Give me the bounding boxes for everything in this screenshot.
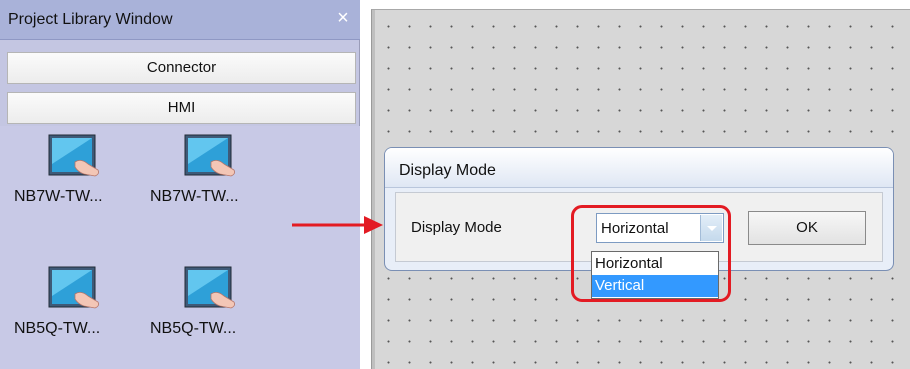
library-item-label: NB5Q-TW... bbox=[14, 320, 101, 337]
library-item-nb5q-1[interactable]: NB5Q-TW... bbox=[14, 262, 144, 358]
category-hmi-button[interactable]: HMI bbox=[7, 92, 356, 124]
hmi-touchscreen-icon bbox=[48, 266, 99, 309]
library-item-label: NB7W-TW... bbox=[14, 188, 103, 205]
annotation-arrow-icon bbox=[292, 216, 383, 234]
dialog-title: Display Mode bbox=[399, 162, 496, 179]
dialog-title-bar: Display Mode bbox=[385, 148, 893, 188]
hmi-touchscreen-icon bbox=[48, 134, 99, 177]
library-title-bar: Project Library Window × bbox=[0, 0, 360, 40]
project-library-window: Project Library Window × Connector HMI N… bbox=[0, 0, 360, 369]
library-item-nb7w-1[interactable]: NB7W-TW... bbox=[14, 130, 144, 226]
library-item-grid: NB7W-TW... NB7W-TW... NB5Q-TW... NB5Q-TW… bbox=[0, 126, 360, 369]
library-item-nb7w-2[interactable]: NB7W-TW... bbox=[150, 130, 280, 226]
library-item-label: NB5Q-TW... bbox=[150, 320, 237, 337]
hmi-touchscreen-icon bbox=[184, 134, 235, 177]
ok-button[interactable]: OK bbox=[748, 211, 866, 245]
hmi-touchscreen-icon bbox=[184, 266, 235, 309]
close-icon[interactable]: × bbox=[332, 7, 354, 29]
canvas-border bbox=[372, 10, 375, 369]
category-connector-button[interactable]: Connector bbox=[7, 52, 356, 84]
library-title: Project Library Window bbox=[8, 11, 173, 28]
annotation-highlight-box bbox=[571, 205, 731, 302]
library-item-label: NB7W-TW... bbox=[150, 188, 239, 205]
library-item-nb5q-2[interactable]: NB5Q-TW... bbox=[150, 262, 280, 358]
display-mode-label: Display Mode bbox=[411, 219, 502, 236]
